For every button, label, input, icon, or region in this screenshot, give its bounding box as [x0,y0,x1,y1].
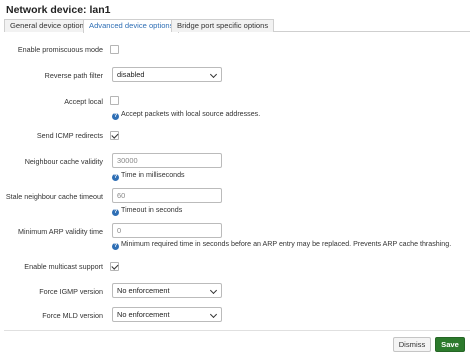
neighlocktime-hint-text: Minimum required time in seconds before … [121,240,452,248]
rpfilter-value: disabled [117,70,145,79]
tab-general[interactable]: General device options [4,19,94,32]
promisc-label: Enable promiscuous mode [17,45,103,54]
neighgcstale-hint: ? Timeout in seconds [112,206,182,216]
neighgcstale-hint-text: Timeout in seconds [121,206,183,214]
neighreachable-label: Neighbour cache validity [24,157,103,166]
neighreachable-hint: ? Time in milliseconds [112,171,185,181]
chevron-down-icon [209,70,218,79]
tab-advanced[interactable]: Advanced device options [83,19,180,33]
rpfilter-label: Reverse path filter [44,71,103,80]
igmpversion-value: No enforcement [117,286,170,295]
help-icon: ? [112,174,119,181]
help-icon: ? [112,243,119,250]
acceptlocal-hint-text: Accept packets with local source address… [121,110,261,118]
promisc-checkbox[interactable] [110,45,119,54]
multicast-label: Enable multicast support [24,262,103,271]
mldversion-value: No enforcement [117,310,170,319]
dismiss-button[interactable]: Dismiss [393,337,431,352]
sendredirects-checkbox[interactable] [110,131,119,140]
neighgcstale-label: Stale neighbour cache timeout [5,192,103,201]
rpfilter-select[interactable]: disabled [112,67,222,82]
tab-bridge-port[interactable]: Bridge port specific options [171,19,275,32]
neighlocktime-hint: ? Minimum required time in seconds before… [112,240,451,250]
footer-divider [4,330,470,331]
neighreachable-hint-text: Time in milliseconds [121,171,185,179]
igmpversion-select[interactable]: No enforcement [112,283,222,298]
tab-bar: General device options Advanced device o… [4,19,470,33]
chevron-down-icon [209,310,218,319]
neighlocktime-input[interactable]: 0 [112,223,222,238]
mldversion-label: Force MLD version [42,311,103,320]
igmpversion-label: Force IGMP version [39,287,103,296]
neighgcstale-input[interactable]: 60 [112,188,222,203]
save-button[interactable]: Save [435,337,465,352]
neighlocktime-label: Minimum ARP validity time [18,227,103,236]
modal-title: Network device: lan1 [6,4,111,16]
acceptlocal-hint: ? Accept packets with local source addres… [112,110,260,120]
acceptlocal-checkbox[interactable] [110,96,119,105]
help-icon: ? [112,209,119,216]
help-icon: ? [112,113,119,120]
mldversion-select[interactable]: No enforcement [112,307,222,322]
acceptlocal-label: Accept local [64,97,103,106]
neighreachable-input[interactable]: 30000 [112,153,222,168]
sendredirects-label: Send ICMP redirects [36,131,103,140]
multicast-checkbox[interactable] [110,262,119,271]
chevron-down-icon [209,286,218,295]
